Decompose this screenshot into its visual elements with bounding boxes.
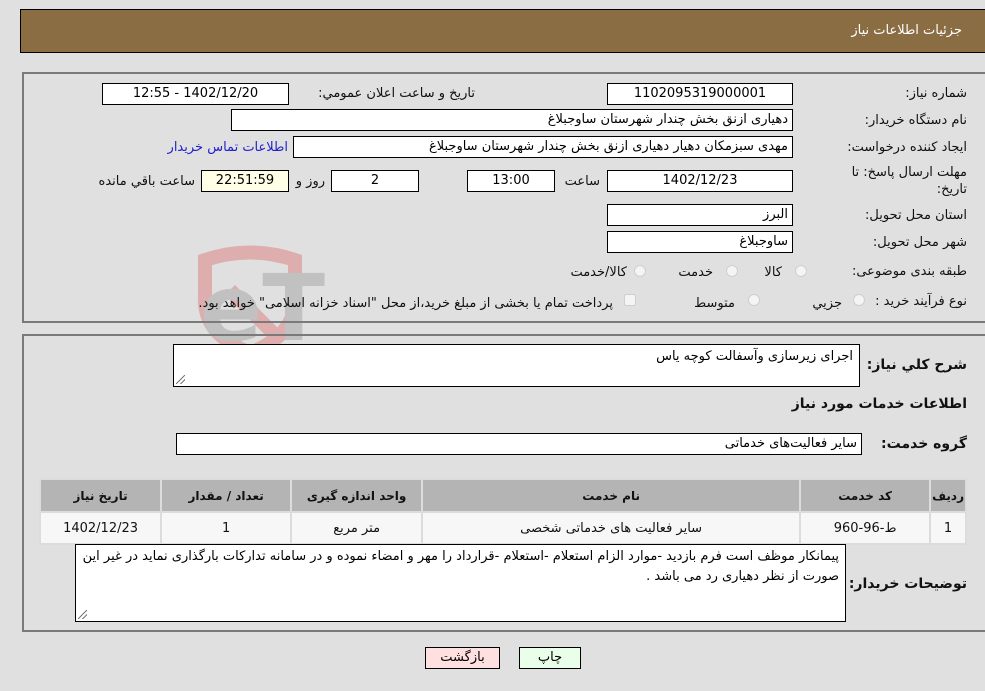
cell-need-date: 1402/12/23 — [38, 511, 163, 545]
requester-field: مهدی سبزمکان دهیار دهیاری ازنق بخش چندار… — [293, 136, 793, 158]
buyer-org-label: نام دستگاه خریدار: — [864, 113, 967, 128]
category-label: طبقه بندی موضوعی: — [851, 264, 967, 279]
purchase-type-label: نوع فرآیند خرید : — [875, 294, 967, 309]
service-group-label: گروه خدمت: — [881, 436, 967, 452]
deadline-time-label: ساعت — [564, 174, 600, 189]
table-row: 1 ط-96-960 سایر فعالیت های خدماتی شخصی م… — [38, 511, 967, 545]
column-header-quantity: تعداد / مقدار — [160, 478, 293, 513]
province-label: استان محل تحویل: — [865, 208, 967, 223]
treasury-note: پرداخت تمام یا بخشی از مبلغ خرید،از محل … — [198, 296, 613, 311]
province-field: البرز — [607, 204, 793, 226]
buyer-notes-text: پیمانکار موظف است فرم بازدید -موارد الزا… — [82, 549, 839, 584]
category-option-goods: کالا — [764, 265, 782, 280]
purchase-type-radio-medium[interactable] — [748, 294, 760, 306]
buyer-contact-link[interactable]: اطلاعات تماس خریدار — [168, 140, 288, 155]
remaining-time-label: ساعت باقي مانده — [98, 174, 195, 189]
announce-datetime-field: 1402/12/20 - 12:55 — [102, 83, 289, 105]
column-header-row-number: ردیف — [929, 478, 967, 513]
need-number-label: شماره نیاز: — [905, 86, 967, 101]
buyer-notes-label: توضیحات خریدار: — [848, 576, 967, 592]
buyer-org-field: دهیاری ازنق بخش چندار شهرستان ساوجبلاغ — [231, 109, 793, 131]
cell-unit: متر مربع — [290, 511, 424, 545]
print-button[interactable]: چاپ — [519, 647, 581, 669]
category-radio-goods-service[interactable] — [634, 265, 646, 277]
remaining-days-field: 2 — [331, 170, 419, 192]
remaining-days-label: روز و — [295, 174, 325, 189]
buyer-notes-textarea[interactable]: پیمانکار موظف است فرم بازدید -موارد الزا… — [75, 544, 846, 622]
resize-grip-icon[interactable] — [176, 375, 185, 384]
column-header-service-code: کد خدمت — [799, 478, 932, 513]
remaining-time-field: 22:51:59 — [201, 170, 289, 192]
service-group-field: سایر فعالیت‌های خدماتی — [176, 433, 862, 455]
services-section-title: اطلاعات خدمات مورد نیاز — [791, 396, 967, 412]
deadline-label-line2: تاریخ: — [936, 182, 967, 197]
category-option-goods-service: کالا/خدمت — [570, 265, 627, 280]
description-label: شرح کلي نیاز: — [866, 357, 967, 373]
announce-datetime-label: تاریخ و ساعت اعلان عمومي: — [318, 86, 475, 101]
deadline-time-field: 13:00 — [467, 170, 555, 192]
column-header-unit: واحد اندازه گیری — [290, 478, 424, 513]
column-header-service-name: نام خدمت — [421, 478, 802, 513]
city-label: شهر محل تحویل: — [872, 235, 967, 250]
deadline-label: مهلت ارسال پاسخ: تا — [851, 165, 967, 180]
page-title: جزئیات اطلاعات نیاز — [851, 23, 962, 38]
page-header: جزئیات اطلاعات نیاز — [20, 9, 985, 53]
category-radio-goods[interactable] — [795, 265, 807, 277]
category-radio-service[interactable] — [726, 265, 738, 277]
category-option-service: خدمت — [678, 265, 713, 280]
description-text: اجرای زیرسازی وآسفالت کوچه یاس — [656, 349, 853, 364]
cell-service-name: سایر فعالیت های خدماتی شخصی — [421, 511, 802, 545]
cell-quantity: 1 — [160, 511, 293, 545]
purchase-type-option-minor: جزيي — [812, 296, 842, 311]
deadline-date-field: 1402/12/23 — [607, 170, 793, 192]
back-button[interactable]: بازگشت — [425, 647, 500, 669]
need-number-field: 1102095319000001 — [607, 83, 793, 105]
resize-grip-icon[interactable] — [78, 610, 87, 619]
cell-service-code: ط-96-960 — [799, 511, 932, 545]
purchase-type-radio-minor[interactable] — [853, 294, 865, 306]
column-header-need-date: تاریخ نیاز — [38, 478, 163, 513]
services-table: ردیف کد خدمت نام خدمت واحد اندازه گیری ت… — [38, 478, 967, 545]
city-field: ساوجبلاغ — [607, 231, 793, 253]
treasury-checkbox[interactable] — [624, 294, 636, 306]
purchase-type-option-medium: متوسط — [694, 296, 735, 311]
description-textarea[interactable]: اجرای زیرسازی وآسفالت کوچه یاس — [173, 344, 860, 387]
requester-label: ایجاد کننده درخواست: — [847, 140, 967, 155]
cell-row-number: 1 — [929, 511, 967, 545]
table-header-row: ردیف کد خدمت نام خدمت واحد اندازه گیری ت… — [38, 478, 967, 513]
